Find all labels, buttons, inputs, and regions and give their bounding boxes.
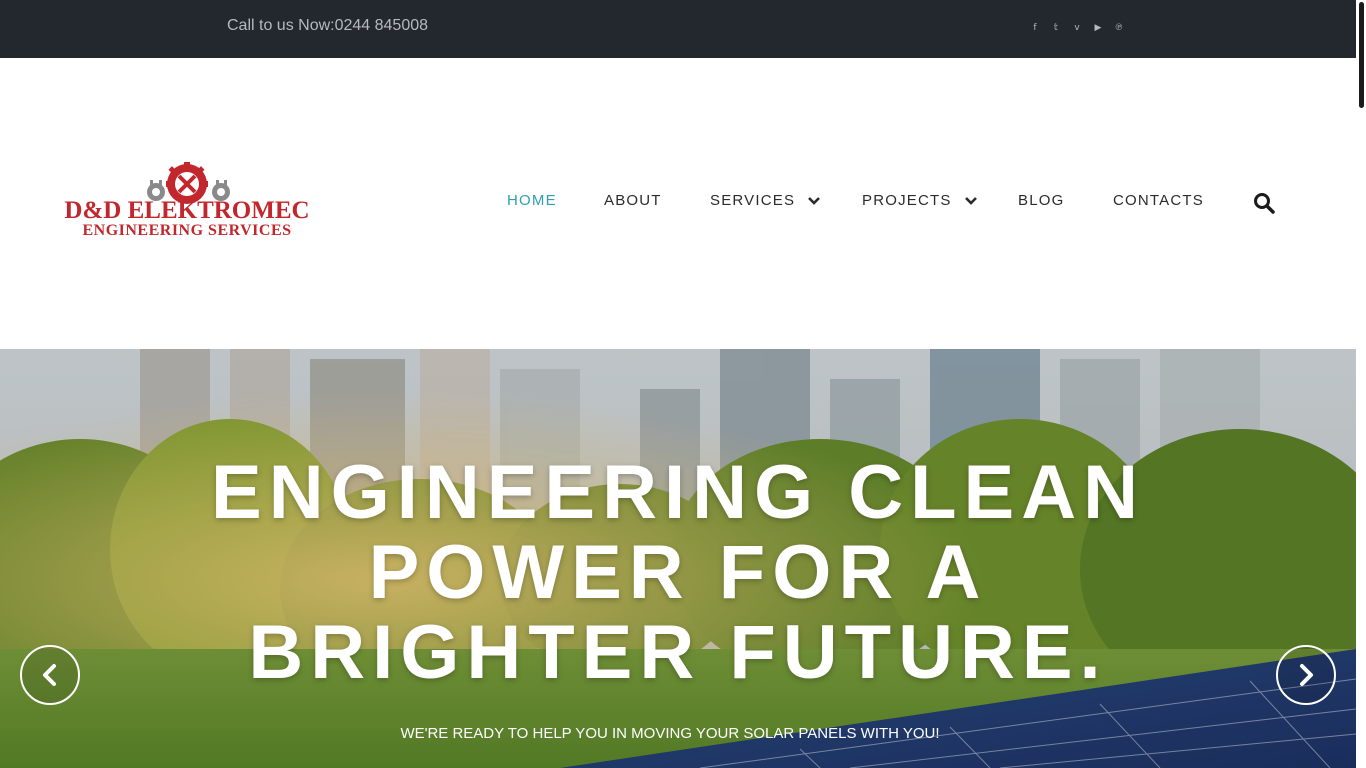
vimeo-icon[interactable]: v <box>1071 22 1083 34</box>
chevron-right-icon <box>1300 664 1313 686</box>
nav-projects-label: PROJECTS <box>862 192 952 209</box>
nav-blog-label: BLOG <box>1018 192 1065 209</box>
nav-about-label: ABOUT <box>604 192 662 209</box>
twitter-icon[interactable]: 𝕥 <box>1050 22 1062 34</box>
nav-services-label: SERVICES <box>710 192 796 209</box>
slider-next-button[interactable] <box>1276 645 1336 705</box>
search-icon[interactable] <box>1253 192 1275 214</box>
hero-title-line: ENGINEERING CLEAN <box>211 450 1145 535</box>
top-bar: Call to us Now:0244 845008 f 𝕥 v ▶ ℗ <box>0 0 1356 58</box>
chevron-left-icon <box>43 664 56 686</box>
social-links: f 𝕥 v ▶ ℗ <box>1029 22 1125 34</box>
hero-title-line: BRIGHTER FUTURE. <box>248 610 1108 695</box>
nav-about[interactable]: ABOUT <box>604 192 662 209</box>
nav-projects[interactable]: PROJECTS <box>862 192 978 209</box>
nav-blog[interactable]: BLOG <box>1018 192 1064 209</box>
hero-subtitle: WE'RE READY TO HELP YOU IN MOVING YOUR S… <box>400 725 940 742</box>
nav-contacts-label: CONTACTS <box>1113 192 1204 209</box>
slider-prev-button[interactable] <box>20 645 80 705</box>
nav-services[interactable]: SERVICES <box>710 192 821 209</box>
nav-contacts[interactable]: CONTACTS <box>1113 192 1204 209</box>
main-navigation: HOME ABOUT SERVICES PROJECTS BLOG CONTAC… <box>0 192 1356 214</box>
call-us-text[interactable]: Call to us Now:0244 845008 <box>227 17 428 35</box>
nav-home-label: HOME <box>507 192 557 209</box>
youtube-icon[interactable]: ▶ <box>1092 22 1104 34</box>
nav-home[interactable]: HOME <box>507 192 557 209</box>
scrollbar[interactable] <box>1356 0 1366 768</box>
logo-subtitle: ENGINEERING SERVICES <box>82 222 291 239</box>
chevron-down-icon <box>964 196 977 205</box>
scrollbar-thumb[interactable] <box>1359 2 1364 108</box>
chevron-down-icon <box>808 196 821 205</box>
hero-slider: ENGINEERING CLEAN POWER FOR A BRIGHTER F… <box>0 349 1356 768</box>
hero-title: ENGINEERING CLEAN POWER FOR A BRIGHTER F… <box>0 453 1356 693</box>
facebook-icon[interactable]: f <box>1029 22 1041 34</box>
pinterest-icon[interactable]: ℗ <box>1113 22 1125 34</box>
hero-title-line: POWER FOR A <box>368 530 988 615</box>
site-header: D&D ELEKTROMEC ENGINEERING SERVICES HOME… <box>0 58 1356 349</box>
